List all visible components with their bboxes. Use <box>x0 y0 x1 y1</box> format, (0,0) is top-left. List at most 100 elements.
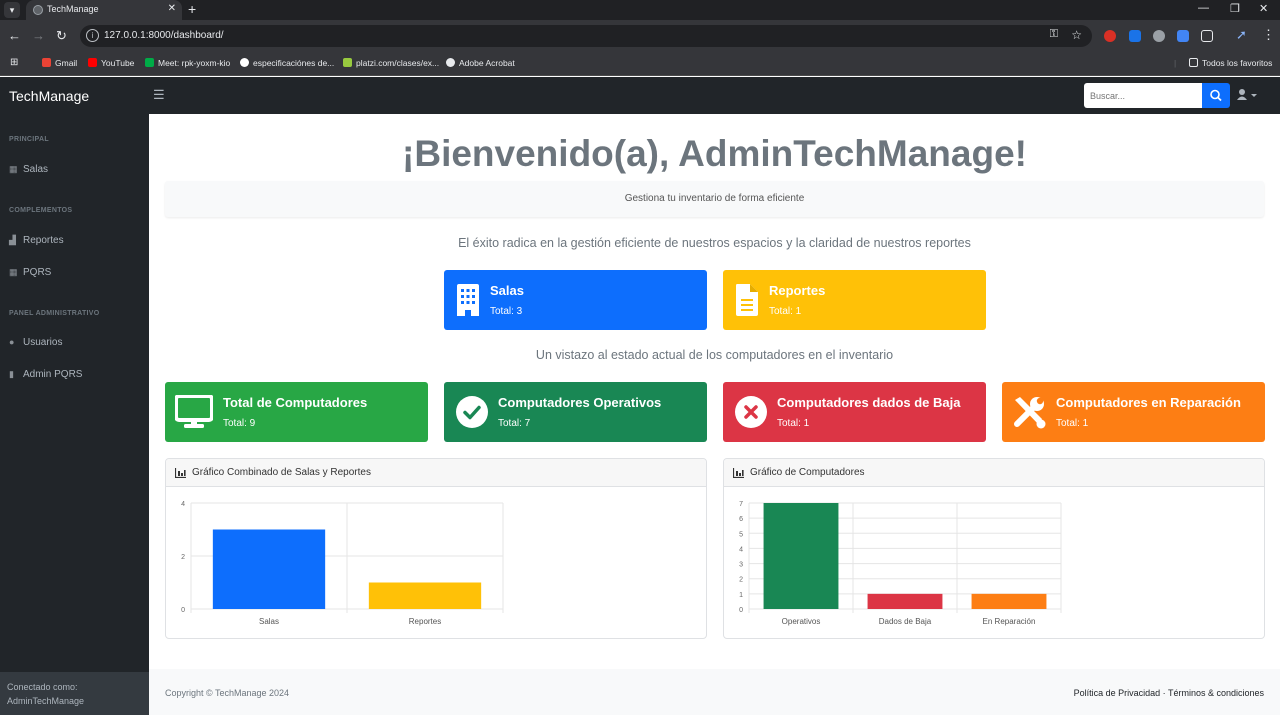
sidebar-footer: Conectado como: AdminTechManage <box>0 672 149 715</box>
card-reportes[interactable]: Reportes Total: 1 <box>723 270 986 330</box>
copyright-text: Copyright © TechManage 2024 <box>165 688 290 698</box>
sidebar-heading-principal: PRINCIPAL <box>9 136 49 143</box>
all-bookmarks-label: Todos los favoritos <box>1202 58 1273 68</box>
footer-links[interactable]: Política de Privacidad · Términos & cond… <box>1074 688 1264 698</box>
bookmark-label: Gmail <box>55 58 78 68</box>
card-value: Total: 1 <box>769 306 802 317</box>
bookmark-google[interactable]: especificaciónes de... <box>240 58 334 68</box>
bookmarks-bar: ⊞ Gmail YouTube Meet: rpk-yoxm-kio espec… <box>0 52 1280 76</box>
tab-search-button[interactable]: ▾ <box>4 2 20 18</box>
card-computadores-baja[interactable]: Computadores dados de Baja Total: 1 <box>723 382 986 442</box>
url-text: 127.0.0.1:8000/dashboard/ <box>104 30 224 41</box>
tab-close-icon[interactable]: ✕ <box>168 3 176 14</box>
caret-down-icon <box>1251 94 1257 97</box>
tagline-box: Gestiona tu inventario de forma eficient… <box>165 181 1264 217</box>
card-total-computadores[interactable]: Total de Computadores Total: 9 <box>165 382 428 442</box>
reload-icon[interactable]: ↻ <box>56 28 67 44</box>
bookmark-meet[interactable]: Meet: rpk-yoxm-kio <box>145 58 230 68</box>
browser-menu-icon[interactable]: ⋮ <box>1262 27 1275 43</box>
card-title: Total de Computadores <box>223 395 368 410</box>
window-close-icon[interactable]: ✕ <box>1259 2 1268 15</box>
bookmark-label: Meet: rpk-yoxm-kio <box>158 58 231 68</box>
card-title: Salas <box>490 283 524 298</box>
bar-chart-icon <box>175 468 186 478</box>
y-tick-label: 4 <box>181 501 185 508</box>
card-value: Total: 9 <box>223 418 256 429</box>
bookmark-gmail[interactable]: Gmail <box>42 58 77 68</box>
sidebar-item-salas[interactable]: ▦ Salas <box>9 164 48 175</box>
card-salas[interactable]: Salas Total: 3 <box>444 270 707 330</box>
main-content: ¡Bienvenido(a), AdminTechManage! Gestion… <box>149 114 1280 669</box>
apps-grid-icon[interactable]: ⊞ <box>10 57 18 68</box>
sidebar-item-admin-pqrs[interactable]: ▮ Admin PQRS <box>9 369 82 380</box>
computers-chart: 0 1 2 3 4 5 6 7 Operativos Dados de Baja En Repara… <box>739 501 1062 626</box>
forward-icon[interactable]: → <box>32 28 45 43</box>
sidebar-toggle-icon[interactable]: ☰ <box>153 87 165 103</box>
bookmark-star-icon[interactable]: ☆ <box>1071 28 1082 42</box>
address-bar[interactable]: i 127.0.0.1:8000/dashboard/ ⚿ ☆ <box>80 25 1092 47</box>
bar-operativos[interactable] <box>763 503 839 609</box>
password-key-icon[interactable]: ⚿ <box>1050 28 1058 41</box>
trash-icon: ▮ <box>9 369 14 379</box>
panel-computers-chart: Gráfico de Computadores 0 1 2 3 4 5 6 7 Operativ… <box>723 458 1265 639</box>
x-tick-label: Operativos <box>782 617 821 626</box>
y-tick-label: 0 <box>739 607 743 614</box>
card-computadores-operativos[interactable]: Computadores Operativos Total: 7 <box>444 382 707 442</box>
x-circle-icon <box>735 396 767 428</box>
site-info-icon[interactable]: i <box>86 29 99 42</box>
y-tick-label: 2 <box>739 577 743 584</box>
sidebar-item-usuarios[interactable]: ● Usuarios <box>9 337 62 348</box>
brand-logo[interactable]: TechManage <box>9 88 89 104</box>
extension-blue-icon[interactable] <box>1177 30 1189 42</box>
card-computadores-reparacion[interactable]: Computadores en Reparación Total: 1 <box>1002 382 1265 442</box>
extension-gear-icon[interactable] <box>1153 30 1165 42</box>
minimize-icon[interactable]: — <box>1198 2 1209 14</box>
card-title: Computadores en Reparación <box>1056 395 1241 410</box>
user-menu-button[interactable] <box>1236 88 1258 105</box>
x-tick-label: Dados de Baja <box>879 617 932 626</box>
browser-tab[interactable]: TechManage ✕ <box>26 0 182 20</box>
search-button[interactable] <box>1202 83 1230 108</box>
bookmark-adobe[interactable]: Adobe Acrobat <box>446 58 515 68</box>
search-input[interactable] <box>1084 83 1202 108</box>
building-icon <box>457 284 479 316</box>
extensions-puzzle-icon[interactable] <box>1201 30 1213 42</box>
globe-icon <box>446 58 455 67</box>
extension-red-icon[interactable] <box>1104 30 1116 42</box>
folder-icon <box>1189 58 1198 67</box>
all-bookmarks[interactable]: Todos los favoritos <box>1189 58 1272 68</box>
card-value: Total: 1 <box>1056 418 1089 429</box>
page-title: ¡Bienvenido(a), AdminTechManage! <box>402 133 1027 174</box>
connected-user: AdminTechManage <box>7 696 85 706</box>
bookmark-label: YouTube <box>101 58 135 68</box>
bar-salas[interactable] <box>212 529 326 610</box>
sidebar-item-label: Salas <box>23 164 49 175</box>
sidebar-item-label: Usuarios <box>23 337 63 348</box>
back-icon[interactable]: ← <box>8 28 21 43</box>
restore-icon[interactable]: ❐ <box>1230 2 1240 15</box>
y-tick-label: 3 <box>739 562 743 569</box>
check-circle-icon <box>456 396 488 428</box>
tab-favicon-icon <box>33 5 43 15</box>
bookmark-youtube[interactable]: YouTube <box>88 58 134 68</box>
sidebar-item-pqrs[interactable]: ▦ PQRS <box>9 267 51 278</box>
user-icon <box>1237 89 1257 100</box>
google-icon <box>240 58 249 67</box>
table-icon: ▦ <box>9 164 18 174</box>
card-title: Computadores Operativos <box>498 395 662 410</box>
panel-combined-chart: Gráfico Combinado de Salas y Reportes 0 2… <box>165 458 707 639</box>
share-icon[interactable]: ➚ <box>1236 27 1247 43</box>
tools-icon <box>1014 397 1046 429</box>
section-subtitle-2: Un vistazo al estado actual de los compu… <box>535 348 894 362</box>
new-tab-button[interactable]: + <box>188 1 196 17</box>
bar-reportes[interactable] <box>368 582 482 610</box>
sidebar-item-label: Reportes <box>23 235 64 246</box>
meet-icon <box>145 58 154 67</box>
table-icon: ▦ <box>9 267 18 277</box>
bar-dados-de-baja[interactable] <box>867 593 943 609</box>
sidebar-item-reportes[interactable]: ▟ Reportes <box>9 235 64 246</box>
y-tick-label: 0 <box>181 607 185 614</box>
extension-shield-icon[interactable] <box>1129 30 1141 42</box>
bookmark-platzi[interactable]: platzi.com/clases/ex... <box>343 58 439 68</box>
bar-en-reparación[interactable] <box>971 593 1047 609</box>
